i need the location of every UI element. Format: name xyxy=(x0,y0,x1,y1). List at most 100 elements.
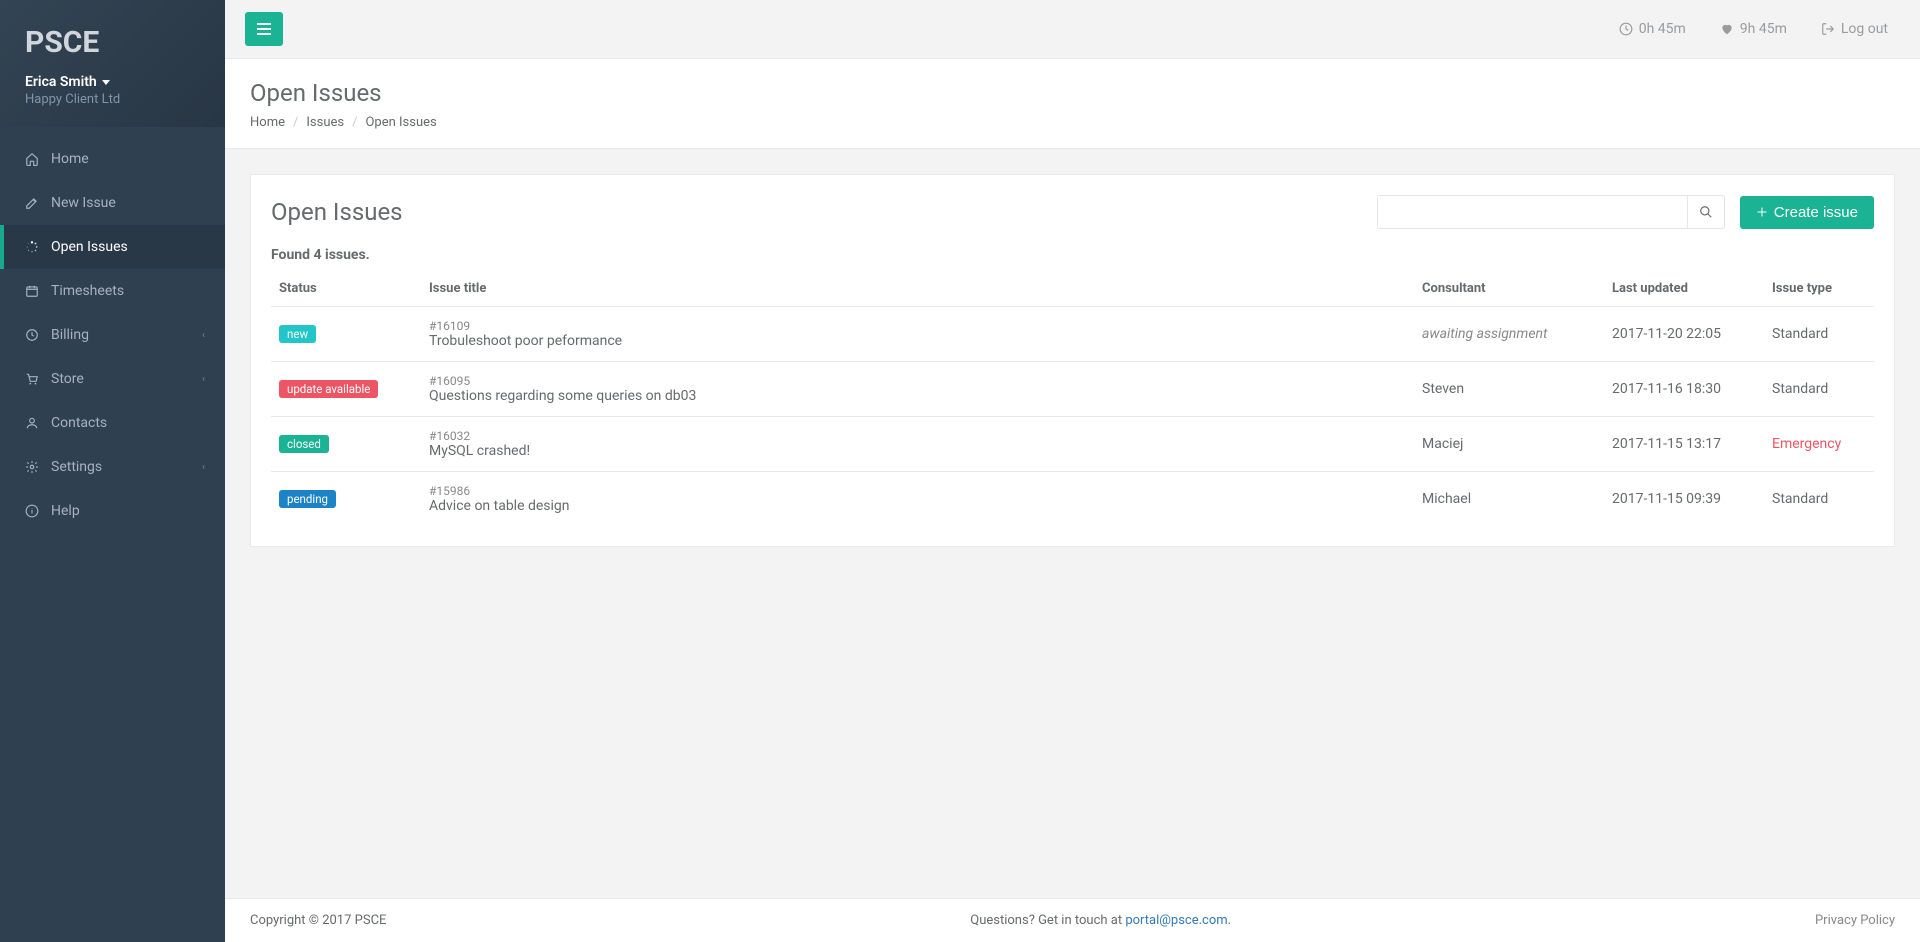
page-heading: Open Issues Home/Issues/Open Issues xyxy=(225,59,1920,149)
topbar: 0h 45m 9h 45m Log out xyxy=(225,0,1920,59)
issue-title: Trobuleshoot poor peformance xyxy=(429,333,1406,349)
search-button[interactable] xyxy=(1687,195,1725,229)
issue-id: #16109 xyxy=(429,319,1406,333)
sidebar-item-label: Home xyxy=(51,151,89,167)
type-cell: Emergency xyxy=(1764,417,1874,472)
consultant-cell: Michael xyxy=(1414,472,1604,527)
chevron-left-icon: ‹ xyxy=(202,374,205,385)
issue-title: Advice on table design xyxy=(429,498,1406,514)
search-input[interactable] xyxy=(1377,195,1687,229)
time-2-label: 9h 45m xyxy=(1740,21,1787,37)
search-icon xyxy=(1699,205,1713,219)
caret-down-icon xyxy=(102,80,110,85)
sidebar-item-help[interactable]: Help xyxy=(0,489,225,533)
issue-title: MySQL crashed! xyxy=(429,443,1406,459)
type-cell: Standard xyxy=(1764,307,1874,362)
sidebar-item-label: Open Issues xyxy=(51,239,128,255)
brand-logo: PSCE xyxy=(25,25,200,60)
breadcrumb: Home/Issues/Open Issues xyxy=(250,115,1895,130)
logout-icon xyxy=(1821,22,1835,36)
gear-icon xyxy=(25,459,39,475)
status-badge: closed xyxy=(279,435,329,453)
sidebar-header: PSCE Erica Smith Happy Client Ltd xyxy=(0,0,225,127)
user-icon xyxy=(25,415,39,431)
breadcrumb-home[interactable]: Home xyxy=(250,115,285,130)
sidebar-nav: HomeNew IssueOpen IssuesTimesheetsBillin… xyxy=(0,137,225,533)
logout-link[interactable]: Log out xyxy=(1809,21,1900,37)
edit-icon xyxy=(25,195,39,211)
chevron-left-icon: ‹ xyxy=(202,330,205,341)
footer-email-link[interactable]: portal@psce.com xyxy=(1125,913,1227,928)
table-row[interactable]: closed#16032MySQL crashed!Maciej2017-11-… xyxy=(271,417,1874,472)
panel-title: Open Issues xyxy=(271,198,1362,226)
sidebar-item-label: Billing xyxy=(51,327,89,343)
info-icon xyxy=(25,503,39,519)
spinner-icon xyxy=(25,239,39,255)
footer-center: Questions? Get in touch at portal@psce.c… xyxy=(386,913,1815,928)
footer: Copyright © 2017 PSCE Questions? Get in … xyxy=(225,898,1920,942)
table-header-row: StatusIssue titleConsultantLast updatedI… xyxy=(271,271,1874,307)
sidebar-item-label: Store xyxy=(51,371,84,387)
panel-head: Open Issues Create issue xyxy=(271,195,1874,229)
search-group xyxy=(1377,195,1725,229)
found-count: Found 4 issues. xyxy=(271,247,1874,263)
logout-label: Log out xyxy=(1841,21,1888,37)
time-counter-2[interactable]: 9h 45m xyxy=(1708,21,1799,37)
table-row[interactable]: update available#16095Questions regardin… xyxy=(271,362,1874,417)
chevron-left-icon: ‹ xyxy=(202,462,205,473)
consultant-cell: Steven xyxy=(1414,362,1604,417)
clock-icon xyxy=(25,327,39,343)
status-badge: pending xyxy=(279,490,336,508)
updated-cell: 2017-11-16 18:30 xyxy=(1604,362,1764,417)
updated-cell: 2017-11-20 22:05 xyxy=(1604,307,1764,362)
calendar-icon xyxy=(25,283,39,299)
privacy-link[interactable]: Privacy Policy xyxy=(1815,913,1895,928)
user-name-label: Erica Smith xyxy=(25,74,97,90)
footer-question-prefix: Questions? Get in touch at xyxy=(970,913,1125,928)
time-counter-1[interactable]: 0h 45m xyxy=(1607,21,1698,37)
sidebar-item-new-issue[interactable]: New Issue xyxy=(0,181,225,225)
consultant-cell: Maciej xyxy=(1414,417,1604,472)
sidebar-item-open-issues[interactable]: Open Issues xyxy=(0,225,225,269)
sidebar-item-settings[interactable]: Settings ‹ xyxy=(0,445,225,489)
status-badge: update available xyxy=(279,380,378,398)
type-cell: Standard xyxy=(1764,472,1874,527)
column-last-updated: Last updated xyxy=(1604,271,1764,307)
user-org-label: Happy Client Ltd xyxy=(25,92,200,107)
plus-icon xyxy=(1756,206,1768,218)
consultant-cell: awaiting assignment xyxy=(1414,307,1604,362)
heart-icon xyxy=(1720,22,1734,36)
table-body: new #16109Trobuleshoot poor peformance awa… xyxy=(271,307,1874,527)
clock-icon xyxy=(1619,22,1633,36)
sidebar-toggle-button[interactable] xyxy=(245,12,283,46)
breadcrumb-open-issues: Open Issues xyxy=(365,115,436,130)
issue-title: Questions regarding some queries on db03 xyxy=(429,388,1406,404)
sidebar-item-store[interactable]: Store ‹ xyxy=(0,357,225,401)
create-issue-button[interactable]: Create issue xyxy=(1740,196,1874,229)
hamburger-icon xyxy=(257,23,271,35)
cart-icon xyxy=(25,371,39,387)
column-issue-type: Issue type xyxy=(1764,271,1874,307)
issue-id: #15986 xyxy=(429,484,1406,498)
sidebar-item-label: New Issue xyxy=(51,195,116,211)
breadcrumb-issues[interactable]: Issues xyxy=(306,115,344,130)
table-row[interactable]: pending #15986Advice on table design Micha… xyxy=(271,472,1874,527)
sidebar-item-billing[interactable]: Billing ‹ xyxy=(0,313,225,357)
table-row[interactable]: new #16109Trobuleshoot poor peformance awa… xyxy=(271,307,1874,362)
type-cell: Standard xyxy=(1764,362,1874,417)
home-icon xyxy=(25,151,39,167)
content: Open Issues Create issue Found 4 issues. xyxy=(225,149,1920,898)
issues-panel: Open Issues Create issue Found 4 issues. xyxy=(250,174,1895,547)
sidebar-item-timesheets[interactable]: Timesheets xyxy=(0,269,225,313)
sidebar-item-label: Contacts xyxy=(51,415,107,431)
status-badge: new xyxy=(279,325,316,343)
sidebar-item-home[interactable]: Home xyxy=(0,137,225,181)
footer-copyright: Copyright © 2017 PSCE xyxy=(250,913,386,928)
time-1-label: 0h 45m xyxy=(1639,21,1686,37)
column-issue-title: Issue title xyxy=(421,271,1414,307)
updated-cell: 2017-11-15 09:39 xyxy=(1604,472,1764,527)
sidebar-item-label: Settings xyxy=(51,459,102,475)
sidebar-item-contacts[interactable]: Contacts xyxy=(0,401,225,445)
updated-cell: 2017-11-15 13:17 xyxy=(1604,417,1764,472)
user-dropdown[interactable]: Erica Smith xyxy=(25,74,200,90)
